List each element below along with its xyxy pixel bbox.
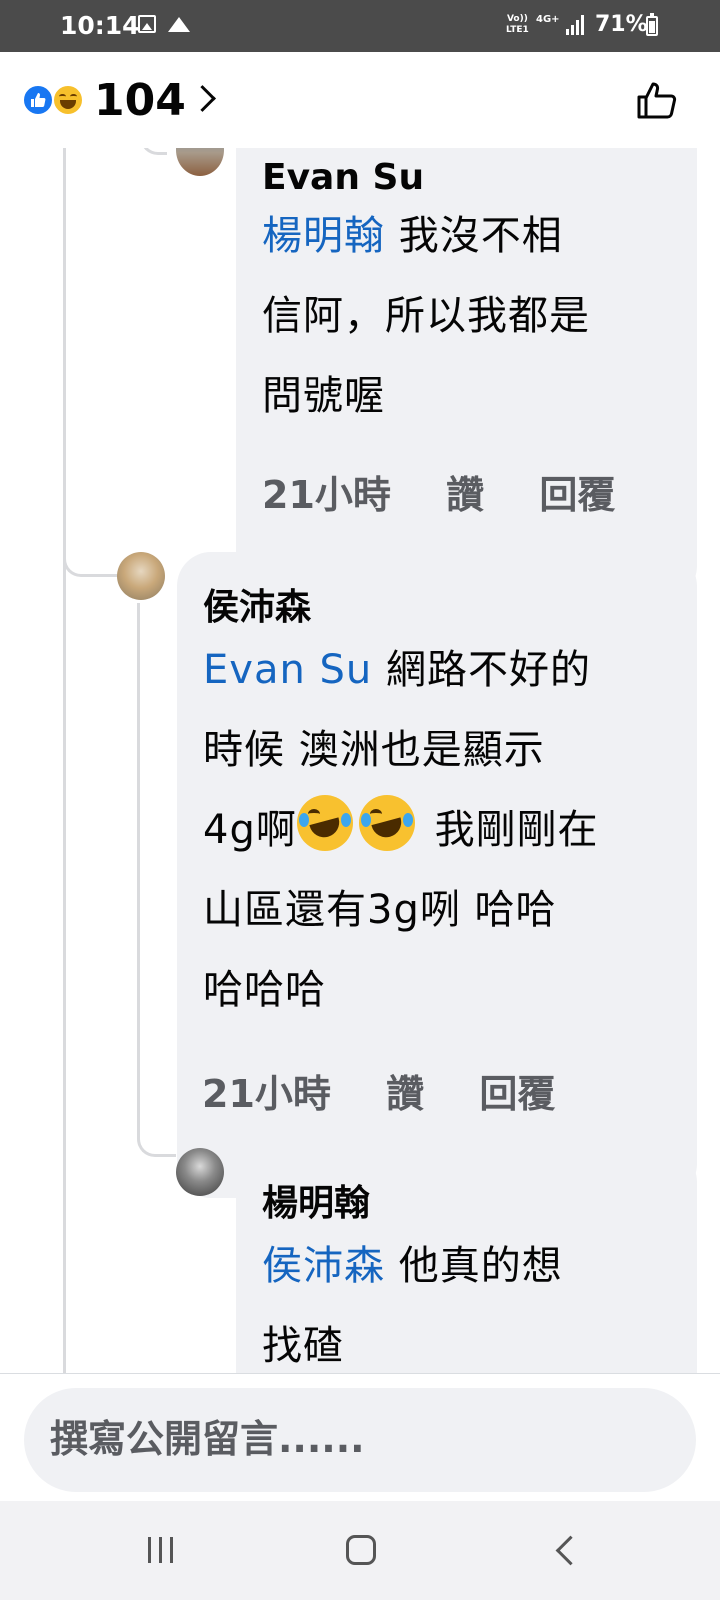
comment-input-placeholder: 撰寫公開留言...... bbox=[50, 1417, 365, 1461]
comment-line: 找碴 bbox=[262, 1323, 344, 1369]
comment-time: 21小時 bbox=[262, 473, 391, 517]
comment-line: 我剛剛在 bbox=[434, 807, 599, 853]
status-bar: 10:14 Vo)) LTE1 4G+ 71% bbox=[0, 0, 720, 52]
comment-time: 21小時 bbox=[202, 1072, 331, 1116]
rolling-laughing-emoji-icon bbox=[358, 795, 415, 851]
home-icon[interactable] bbox=[346, 1535, 376, 1565]
comment-bubble: 楊明翰 侯沛森 他真的想 找碴 bbox=[236, 1148, 697, 1373]
comment-bubble: Evan Su 楊明翰 我沒不相 信阿，所以我都是 問號喔 bbox=[236, 148, 697, 600]
haha-icon[interactable] bbox=[52, 84, 84, 116]
avatar[interactable] bbox=[176, 148, 224, 176]
avatar[interactable] bbox=[176, 1148, 224, 1196]
comment-line: 哈哈哈 bbox=[203, 967, 326, 1013]
comment-meta: 21小時 讚 回覆 bbox=[262, 464, 657, 519]
like-icon[interactable] bbox=[22, 84, 54, 116]
reaction-count[interactable]: 104 bbox=[94, 76, 186, 126]
chevron-right-icon[interactable] bbox=[189, 85, 216, 112]
status-time: 10:14 bbox=[60, 11, 140, 40]
mention-link[interactable]: 楊明翰 bbox=[262, 213, 385, 259]
thread-connector bbox=[140, 148, 167, 155]
comment-meta: 21小時 讚 回覆 bbox=[202, 1063, 597, 1118]
comment-line: 4g啊 bbox=[203, 807, 297, 853]
comment-line: 信阿，所以我都是 bbox=[262, 293, 590, 339]
comment-thread: Evan Su 楊明翰 我沒不相 信阿，所以我都是 問號喔 21小時 讚 回覆 … bbox=[0, 148, 720, 1373]
reply-link[interactable]: 回覆 bbox=[479, 1072, 555, 1116]
comment-composer-bar: 撰寫公開留言...... bbox=[0, 1373, 720, 1501]
signal-icon bbox=[566, 15, 586, 35]
comment-author[interactable]: 侯沛森 bbox=[203, 586, 311, 630]
comment-line: 問號喔 bbox=[262, 373, 385, 419]
reply-link[interactable]: 回覆 bbox=[539, 473, 615, 517]
network-type: 4G+ bbox=[536, 14, 560, 25]
gallery-notification-icon bbox=[138, 15, 156, 33]
battery-icon bbox=[646, 13, 658, 36]
mention-link[interactable]: Evan Su bbox=[203, 647, 372, 693]
like-link[interactable]: 讚 bbox=[386, 1072, 424, 1116]
comment-text: 侯沛森 他真的想 找碴 bbox=[262, 1226, 682, 1373]
comment-line: 網路不好的 bbox=[385, 647, 591, 693]
thread-connector bbox=[63, 538, 118, 577]
recents-icon[interactable] bbox=[148, 1537, 178, 1563]
volte-label: Vo)) bbox=[506, 14, 528, 24]
back-icon[interactable] bbox=[555, 1535, 586, 1566]
comment-line: 我沒不相 bbox=[398, 213, 563, 259]
comment-text: 楊明翰 我沒不相 信阿，所以我都是 問號喔 bbox=[262, 196, 682, 436]
reaction-header: 104 bbox=[0, 52, 720, 148]
comment-line: 他真的想 bbox=[398, 1243, 563, 1289]
lte-label: LTE1 bbox=[506, 25, 529, 35]
like-button-icon[interactable] bbox=[636, 80, 678, 120]
thread-connector bbox=[137, 1118, 176, 1157]
comment-text: Evan Su 網路不好的 時候 澳洲也是顯示 4g啊 我剛剛在 山區還有3g咧… bbox=[203, 630, 683, 1030]
avatar[interactable] bbox=[117, 552, 165, 600]
mention-link[interactable]: 侯沛森 bbox=[262, 1243, 385, 1289]
notification-icon bbox=[168, 17, 190, 32]
comment-author[interactable]: 楊明翰 bbox=[262, 1182, 370, 1226]
system-nav-bar bbox=[0, 1501, 720, 1600]
comment-input[interactable]: 撰寫公開留言...... bbox=[24, 1388, 696, 1492]
comment-line: 時候 澳洲也是顯示 bbox=[203, 727, 545, 773]
comment-author[interactable]: Evan Su bbox=[262, 156, 424, 200]
thread-line-outer bbox=[63, 148, 66, 1373]
battery-percent: 71% bbox=[595, 12, 648, 37]
volte-indicator: Vo)) LTE1 bbox=[506, 14, 529, 36]
thread-line-inner bbox=[137, 603, 140, 1128]
comment-line: 山區還有3g咧 哈哈 bbox=[203, 887, 557, 933]
rolling-laughing-emoji-icon bbox=[296, 795, 353, 851]
like-link[interactable]: 讚 bbox=[446, 473, 484, 517]
